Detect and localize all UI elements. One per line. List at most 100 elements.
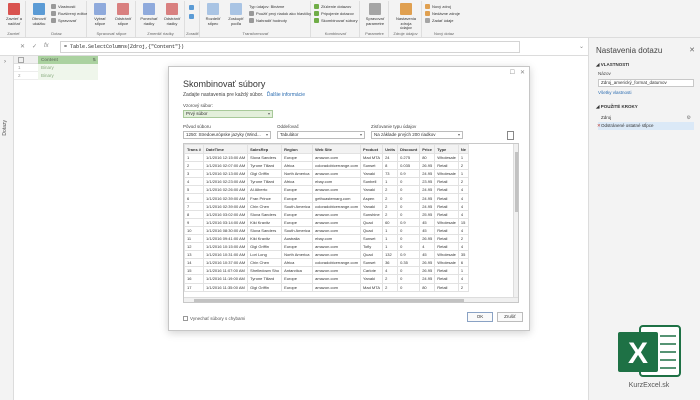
table-column-header[interactable]: Product [360, 144, 384, 154]
table-cell: Chin Chen [247, 201, 283, 211]
enter-data-button[interactable]: Zadať údaje [425, 18, 454, 24]
data-type-dropdown[interactable]: Typ údajov: Binárne [249, 4, 284, 10]
table-column-header[interactable]: Ne [457, 144, 470, 154]
remove-columns-button[interactable]: Odstrániť stĺpce [112, 3, 134, 26]
group-by-icon [230, 3, 242, 15]
table-cell: Africa [281, 258, 314, 268]
expand-formula-icon[interactable]: ⌄ [579, 43, 584, 50]
table-cell: Carlote [360, 266, 384, 276]
table-cell: 1/1/2016 10:31:00 AM [203, 250, 249, 260]
sample-file-select[interactable]: Prvý súbor ▾ [183, 110, 273, 118]
table-cell: amazon.com [312, 217, 362, 227]
table-cell: Wholesale [434, 258, 459, 268]
table-cell: coloradobicerrange.com [312, 161, 362, 171]
close-icon[interactable]: ✕ [689, 46, 695, 54]
queries-label: Dotazy [2, 120, 8, 136]
gear-icon[interactable]: ⚙ [687, 114, 691, 122]
formula-input[interactable]: = Table.SelectColumns(Zdroj,{"Content"}) [60, 41, 520, 53]
vertical-scrollbar[interactable] [513, 144, 518, 298]
table-cell: 26.95 [419, 258, 436, 268]
table-cell: amazon.com [312, 225, 362, 235]
maximize-icon[interactable]: ☐ [510, 69, 515, 76]
table-cell: 0 [397, 274, 421, 284]
chevron-right-icon[interactable]: › [4, 59, 6, 65]
manage-parameters-button[interactable]: Spravovať parametre [364, 3, 386, 26]
recent-sources-button[interactable]: Nedávne zdroje [425, 11, 460, 17]
table-row: 3 1/1/2016 02:13:00 AM Gigi Griffin North A… [184, 169, 470, 179]
choose-columns-button[interactable]: Vybrať stĺpce [89, 3, 111, 26]
table-column-header[interactable]: Units [382, 144, 399, 154]
properties-section[interactable]: ◢ VLASTNOSTI [596, 62, 629, 68]
table-cell: 5 [184, 185, 205, 195]
delete-step-icon[interactable]: ✕ [597, 122, 601, 130]
table-column-header[interactable]: Web Site [312, 144, 362, 154]
table-cell: Fran Prince [247, 193, 283, 203]
sort-ascending-button[interactable] [189, 5, 196, 11]
remove-rows-button[interactable]: Odstrániť riadky [161, 3, 183, 26]
step-source[interactable]: Zdroj ⚙ [598, 114, 694, 122]
table-cell: 1/1/2016 11:07:00 AM [203, 266, 249, 276]
group-by-button[interactable]: Zoskupiť podľa [225, 3, 247, 26]
table-column-header[interactable]: Price [419, 144, 436, 154]
advanced-editor-button[interactable]: Rozšírený editor [51, 11, 87, 17]
confirm-formula-icon[interactable]: ✓ [32, 43, 37, 50]
delimiter-select[interactable]: Tabulátor ▾ [277, 131, 365, 139]
merge-queries-button[interactable]: Zlúčenie dotazov [314, 4, 351, 10]
table-cell: Retail [434, 274, 459, 284]
data-type-detection-select[interactable]: Na základe prvých 200 riadkov ▾ [371, 131, 463, 139]
table-column-header[interactable]: SalesRep [247, 144, 283, 154]
table-cell: 45 [419, 250, 436, 260]
manage-button[interactable]: Spravovať [51, 18, 76, 24]
close-and-load-button[interactable]: Zavrieť a načítať [3, 3, 25, 26]
table-cell: Retail [434, 177, 459, 187]
split-column-button[interactable]: Rozdeliť stĺpec [202, 3, 224, 26]
append-queries-button[interactable]: Pripojenie dotazov [314, 11, 354, 17]
table-cell: 8 [184, 209, 205, 219]
table-column-header[interactable]: DateTime [203, 144, 249, 154]
checkbox-box[interactable] [183, 316, 188, 321]
table-cell: 0.35 [397, 258, 421, 268]
table-column-header[interactable]: Discount [397, 144, 421, 154]
horizontal-scrollbar[interactable] [184, 297, 518, 302]
data-source-settings-button[interactable]: Nastavenia zdroja údajov [395, 3, 417, 31]
step-removed-other-columns[interactable]: ✕ Odstránené ostatné stĺpce [597, 122, 694, 130]
table-cell: 0 [397, 282, 421, 292]
learn-more-link[interactable]: Ďalšie informácie [267, 92, 305, 98]
table-cell: Gigi Griffin [247, 242, 283, 252]
queries-pane-collapsed[interactable]: › Dotazy [0, 56, 14, 400]
table-cell: 4 [457, 274, 470, 284]
file-origin-select[interactable]: 1250: Stredoeurópske jazyky (Wind... ▾ [183, 131, 271, 139]
cancel-formula-icon[interactable]: ✕ [20, 43, 25, 50]
table-cell: Yanaki [360, 274, 384, 284]
table-column-header[interactable]: Region [281, 144, 314, 154]
combine-files-button[interactable]: Skombinovať súbory [314, 18, 358, 24]
properties-button[interactable]: Vlastnosti [51, 4, 75, 10]
table-cell: 1/1/2016 02:13:00 AM [203, 169, 249, 179]
replace-values-button[interactable]: Nahradiť hodnoty [249, 18, 287, 24]
table-row: 15 1/1/2016 11:07:00 AM Shelledown Sho Anta… [184, 266, 470, 276]
ok-button[interactable]: OK [467, 312, 493, 322]
sort-asc-icon [189, 5, 194, 10]
table-row: 11 1/1/2016 09:41:00 AM Kiki Kravitz Austra… [184, 233, 470, 244]
table-cell: 14 [184, 258, 205, 268]
table-cell: 26.95 [419, 161, 436, 171]
applied-steps-section[interactable]: ◢ POUŽITÉ KROKY [596, 104, 638, 110]
use-first-row-headers-button[interactable]: Použiť prvý riadok ako hlavičky [249, 11, 311, 17]
manage-icon [51, 18, 56, 23]
cancel-button[interactable]: Zrušiť [497, 312, 523, 322]
table-cell: 11 [184, 233, 205, 244]
all-properties-link[interactable]: Všetky vlastnosti [598, 90, 632, 95]
document-icon[interactable] [507, 131, 514, 140]
table-column-header[interactable]: Trans # [184, 144, 205, 154]
table-column-header[interactable]: Type [434, 144, 459, 154]
choose-columns-icon [94, 3, 106, 15]
new-source-button[interactable]: Nový zdroj [425, 4, 451, 10]
query-name-input[interactable]: Zdroj_americký_format_datumov [598, 79, 694, 87]
keep-rows-button[interactable]: Ponechať riadky [138, 3, 160, 26]
table-cell: Aspen [360, 193, 384, 203]
close-dialog-icon[interactable]: ✕ [520, 69, 525, 76]
skip-files-checkbox[interactable]: Vynechať súbory s chybami [183, 316, 245, 321]
sort-descending-button[interactable] [189, 14, 196, 20]
refresh-preview-button[interactable]: Obnoviť ukážku [28, 3, 50, 26]
table-cell: 1/1/2016 03:02:00 AM [203, 209, 249, 219]
